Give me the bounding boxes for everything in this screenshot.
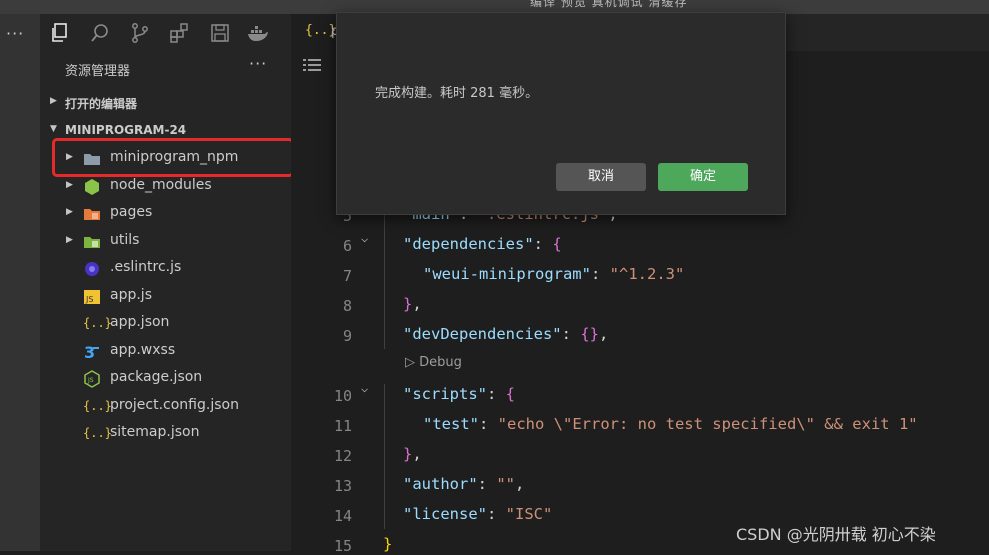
chevron-right-icon: ▶ xyxy=(66,180,73,190)
chevron-down-icon: ▼ xyxy=(50,124,57,134)
chevron-right-icon: ▶ xyxy=(66,207,73,217)
tree-item-sitemap[interactable]: {..} sitemap.json xyxy=(40,420,291,447)
line-number: 8 xyxy=(342,297,352,315)
sidebar-icon-bar xyxy=(40,14,291,52)
eslint-icon xyxy=(85,262,99,276)
tree-item-node-modules[interactable]: ▶ node_modules xyxy=(40,173,291,200)
dialog-message: 完成构建。耗时 281 毫秒。 xyxy=(375,86,539,101)
utils-folder-icon xyxy=(84,237,100,248)
svg-text:3: 3 xyxy=(84,343,95,361)
pages-folder-icon xyxy=(84,209,100,220)
more-icon[interactable]: ··· xyxy=(6,24,24,43)
line-number: 10 xyxy=(333,387,352,405)
docker-icon[interactable] xyxy=(247,22,269,44)
tree-item-app-wxss[interactable]: 3 app.wxss xyxy=(40,338,291,365)
code-line: "author": "", xyxy=(403,475,525,493)
explorer-more-icon[interactable]: ··· xyxy=(249,54,267,73)
line-number: 12 xyxy=(333,447,352,465)
line-number: 7 xyxy=(342,267,352,285)
json-icon: {..} xyxy=(83,399,112,413)
build-complete-dialog: 完成构建。耗时 281 毫秒。 取消 确定 xyxy=(336,12,786,215)
line-number: 6 xyxy=(342,237,352,255)
source-control-icon[interactable] xyxy=(129,22,151,44)
cancel-button[interactable]: 取消 xyxy=(556,163,646,191)
tree-item-pages[interactable]: ▶ pages xyxy=(40,200,291,227)
node-folder-icon xyxy=(85,179,99,195)
chevron-right-icon: ▶ xyxy=(50,96,57,106)
svg-text:JS: JS xyxy=(85,295,93,304)
code-line: } xyxy=(383,535,393,553)
code-line: "dependencies": { xyxy=(403,235,562,253)
svg-text:JS: JS xyxy=(87,377,94,384)
indent-guide xyxy=(384,384,385,529)
tree-item-project-config[interactable]: {..} project.config.json xyxy=(40,393,291,420)
section-open-editors[interactable]: ▶ 打开的编辑器 xyxy=(40,90,291,116)
code-line: "license": "ISC" xyxy=(403,505,553,523)
fold-chevron-icon[interactable]: ⌵ xyxy=(361,231,368,245)
tree-item-package-json[interactable]: JS package.json xyxy=(40,365,291,392)
tree-item-eslintrc[interactable]: .eslintrc.js xyxy=(40,255,291,282)
json-icon: {..} xyxy=(83,426,112,440)
indent-guide xyxy=(384,199,385,349)
json-icon: {..} xyxy=(83,316,112,330)
tree-item-app-json[interactable]: {..} app.json xyxy=(40,310,291,337)
chevron-right-icon: ▶ xyxy=(66,235,73,245)
line-number: 11 xyxy=(333,417,352,435)
nodejs-icon: JS xyxy=(84,370,100,388)
code-line: "weui-miniprogram": "^1.2.3" xyxy=(423,265,685,283)
extensions-icon[interactable] xyxy=(169,22,191,44)
outline-list-icon[interactable] xyxy=(303,58,321,72)
explorer-title: 资源管理器 xyxy=(65,64,131,79)
search-icon[interactable] xyxy=(89,22,111,44)
explorer-sidebar: 资源管理器 ··· ▶ 打开的编辑器 ▼ MINIPROGRAM-24 ▶ mi… xyxy=(40,14,291,551)
toolbar-menu[interactable]: 编译 预览 真机调试 清缓存 xyxy=(530,0,687,10)
highlight-box xyxy=(52,138,294,177)
code-line: "devDependencies": {}, xyxy=(403,325,609,343)
css-icon: 3 xyxy=(84,343,99,361)
tree-item-utils[interactable]: ▶ utils xyxy=(40,228,291,255)
line-number: 9 xyxy=(342,327,352,345)
code-line: "scripts": { xyxy=(403,385,516,403)
fold-chevron-icon[interactable]: ⌵ xyxy=(361,381,368,395)
line-number: 14 xyxy=(333,507,352,525)
watermark: CSDN @光阴卅载 初心不染 xyxy=(736,525,936,544)
tree-item-app-js[interactable]: JS app.js xyxy=(40,283,291,310)
js-icon: JS xyxy=(84,290,100,304)
line-number: 15 xyxy=(333,537,352,555)
confirm-button[interactable]: 确定 xyxy=(658,163,748,191)
code-line: "test": "echo \"Error: no test specified… xyxy=(423,415,918,433)
code-line: }, xyxy=(403,295,422,313)
line-number: 13 xyxy=(333,477,352,495)
files-icon[interactable] xyxy=(49,22,71,44)
code-line: }, xyxy=(403,445,422,463)
save-icon[interactable] xyxy=(209,22,231,44)
debug-codelens[interactable]: ▷ Debug xyxy=(405,355,462,370)
activity-bar: ··· xyxy=(0,14,40,551)
